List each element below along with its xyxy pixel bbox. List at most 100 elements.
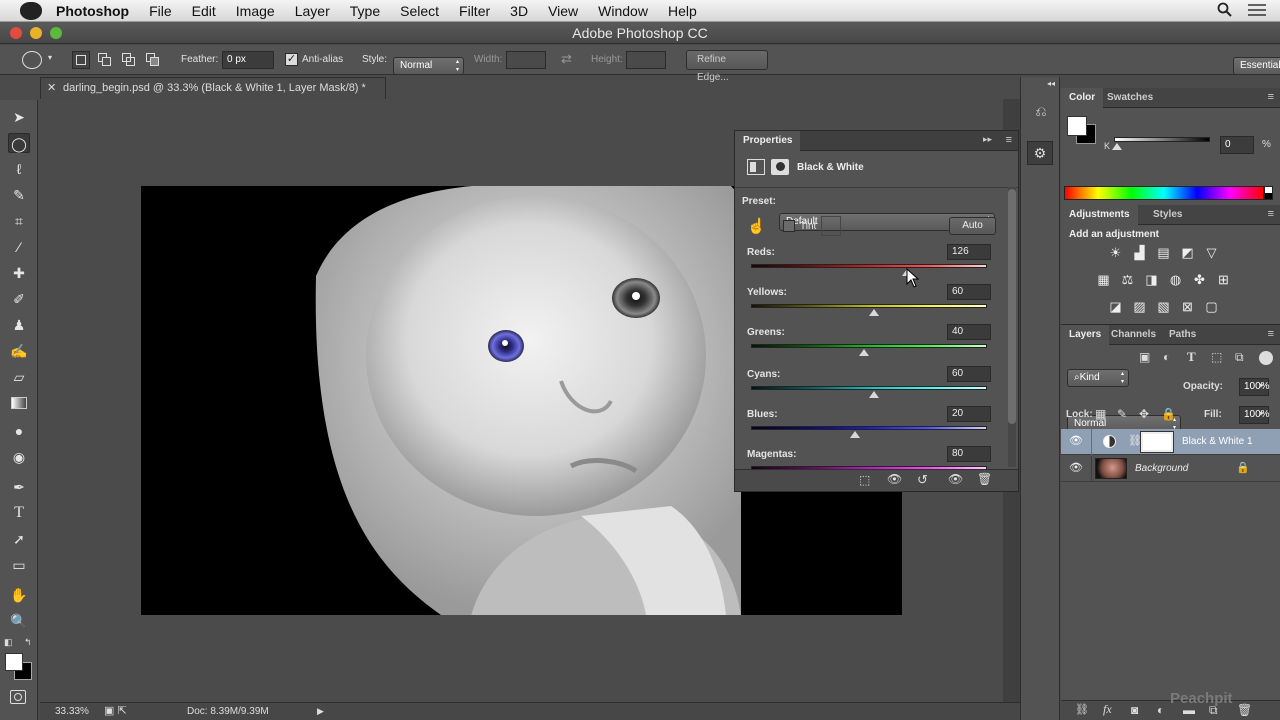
- tool-preset-chevron-icon[interactable]: ▾: [48, 53, 52, 62]
- swap-width-height-icon[interactable]: ⇄: [561, 51, 572, 67]
- filter-adjustment-icon[interactable]: ◐: [1163, 350, 1170, 364]
- lock-position-icon[interactable]: ✥: [1139, 407, 1149, 421]
- add-to-selection-icon[interactable]: [96, 51, 114, 69]
- link-layers-icon[interactable]: ⛓: [1075, 703, 1089, 716]
- lock-all-icon[interactable]: 🔒: [1161, 407, 1176, 421]
- expand-panels-icon[interactable]: ◂◂: [1047, 79, 1055, 88]
- dodge-tool-icon[interactable]: ◉: [8, 447, 30, 467]
- opacity-input[interactable]: 100%: [1239, 378, 1270, 396]
- brush-tool-icon[interactable]: ✐: [8, 289, 30, 309]
- elliptical-marquee-tool-icon[interactable]: ◯: [8, 133, 30, 153]
- selective-color-icon[interactable]: ▢: [1203, 299, 1220, 314]
- slider-value-input[interactable]: 20: [947, 406, 991, 422]
- zoom-window-icon[interactable]: [50, 27, 62, 39]
- properties-scrollbar[interactable]: [1008, 187, 1016, 467]
- layer-mask-thumbnail[interactable]: [1140, 431, 1174, 453]
- lasso-tool-icon[interactable]: ℓ: [8, 159, 30, 179]
- color-spectrum-ramp[interactable]: [1064, 186, 1264, 200]
- layer-row-background[interactable]: 👁 Background 🔒: [1061, 456, 1280, 482]
- view-previous-state-icon[interactable]: 👁: [887, 472, 902, 486]
- layer-visibility-eye-icon[interactable]: 👁: [1069, 434, 1083, 447]
- k-slider[interactable]: [1114, 137, 1210, 142]
- slider-track[interactable]: [751, 386, 987, 390]
- status-preview-icon[interactable]: ▣ ⇱: [104, 703, 127, 720]
- eyedropper-tool-icon[interactable]: ⁄: [8, 237, 30, 257]
- toggle-visibility-icon[interactable]: 👁: [948, 472, 963, 486]
- spotlight-search-icon[interactable]: [1217, 2, 1232, 17]
- menu-select[interactable]: Select: [390, 3, 449, 19]
- slider-value-input[interactable]: 60: [947, 284, 991, 300]
- menu-window[interactable]: Window: [588, 3, 658, 19]
- filter-smart-object-icon[interactable]: ⧉: [1235, 350, 1244, 365]
- height-input[interactable]: [626, 51, 666, 69]
- slider-value-input[interactable]: 80: [947, 446, 991, 462]
- color-panel-menu-icon[interactable]: ≡: [1268, 91, 1274, 103]
- menu-file[interactable]: File: [139, 3, 182, 19]
- invert-icon[interactable]: ◪: [1107, 299, 1124, 314]
- hue-saturation-icon[interactable]: ▦: [1095, 272, 1112, 287]
- layer-mask-icon[interactable]: [771, 159, 789, 175]
- path-selection-tool-icon[interactable]: ➚: [8, 529, 30, 549]
- history-brush-tool-icon[interactable]: ✍: [8, 341, 30, 361]
- hand-tool-icon[interactable]: ✋: [8, 585, 30, 605]
- menu-view[interactable]: View: [538, 3, 588, 19]
- zoom-level[interactable]: 33.33%: [55, 703, 89, 720]
- menu-image[interactable]: Image: [226, 3, 285, 19]
- menu-filter[interactable]: Filter: [449, 3, 500, 19]
- quick-selection-tool-icon[interactable]: ✎: [8, 185, 30, 205]
- layer-mask-link-icon[interactable]: ⛓: [1128, 434, 1142, 447]
- k-slider-thumb[interactable]: [1112, 143, 1122, 150]
- slider-track[interactable]: [751, 304, 987, 308]
- panel-menu-icon[interactable]: ≡: [1006, 134, 1012, 146]
- black-white-ramp[interactable]: [1264, 186, 1273, 200]
- collapse-panel-icon[interactable]: ▸▸: [983, 134, 992, 145]
- adjustments-panel-menu-icon[interactable]: ≡: [1268, 208, 1274, 220]
- photo-filter-icon[interactable]: ◍: [1167, 272, 1184, 287]
- fill-dropdown-icon[interactable]: ▾: [1259, 409, 1263, 418]
- document-tab[interactable]: ✕ darling_begin.psd @ 33.3% (Black & Whi…: [40, 77, 386, 99]
- paths-tab[interactable]: Paths: [1161, 325, 1204, 345]
- delete-adjustment-icon[interactable]: 🗑: [977, 472, 992, 486]
- slider-value-input[interactable]: 40: [947, 324, 991, 340]
- new-adjustment-layer-icon[interactable]: ◐: [1157, 703, 1164, 717]
- slider-value-input[interactable]: 60: [947, 366, 991, 382]
- menu-3d[interactable]: 3D: [500, 3, 538, 19]
- color-balance-icon[interactable]: ⚖: [1119, 272, 1136, 287]
- slider-thumb[interactable]: [868, 391, 879, 398]
- menu-type[interactable]: Type: [340, 3, 390, 19]
- filter-shape-icon[interactable]: ⬚: [1211, 350, 1222, 364]
- filter-pixel-icon[interactable]: ▣: [1139, 350, 1150, 364]
- apple-icon[interactable]: [20, 1, 42, 20]
- lock-image-icon[interactable]: ✎: [1117, 407, 1127, 421]
- brightness-contrast-icon[interactable]: ☀: [1107, 245, 1124, 260]
- crop-tool-icon[interactable]: ⌗: [8, 211, 30, 231]
- opacity-dropdown-icon[interactable]: ▾: [1259, 381, 1263, 390]
- menu-edit[interactable]: Edit: [182, 3, 226, 19]
- history-panel-icon[interactable]: ⎌: [1031, 103, 1051, 123]
- default-colors-icon[interactable]: ◧: [4, 637, 13, 648]
- rectangle-tool-icon[interactable]: ▭: [8, 555, 30, 575]
- filter-type-icon[interactable]: T: [1187, 349, 1196, 365]
- antialias-checkbox[interactable]: ✓: [285, 53, 298, 66]
- threshold-icon[interactable]: ▧: [1155, 299, 1172, 314]
- targeted-adjustment-hand-icon[interactable]: ☝: [747, 217, 766, 235]
- notification-list-icon[interactable]: [1248, 3, 1266, 17]
- fill-input[interactable]: 100%: [1239, 406, 1270, 424]
- filter-toggle-icon[interactable]: [1259, 351, 1273, 365]
- clone-stamp-tool-icon[interactable]: ♟: [8, 315, 30, 335]
- k-value-input[interactable]: 0: [1220, 136, 1254, 154]
- color-fg-swatch[interactable]: [1067, 116, 1087, 136]
- foreground-color-swatch[interactable]: [5, 653, 23, 671]
- status-menu-arrow-icon[interactable]: ▶: [317, 703, 324, 720]
- eraser-tool-icon[interactable]: ▱: [8, 367, 30, 387]
- add-mask-icon[interactable]: ◙: [1131, 703, 1138, 717]
- workspace-dropdown[interactable]: Essentials: [1233, 56, 1280, 75]
- swap-colors-icon[interactable]: ↰: [24, 637, 32, 648]
- pen-tool-icon[interactable]: ✒: [8, 477, 30, 497]
- layer-filter-kind-dropdown[interactable]: ⌕Kind: [1067, 369, 1129, 387]
- elliptical-marquee-tool-preset-icon[interactable]: [22, 51, 42, 69]
- gradient-tool-icon[interactable]: [8, 393, 30, 413]
- subtract-from-selection-icon[interactable]: [120, 51, 138, 69]
- menu-help[interactable]: Help: [658, 3, 707, 19]
- curves-icon[interactable]: ▤: [1155, 245, 1172, 260]
